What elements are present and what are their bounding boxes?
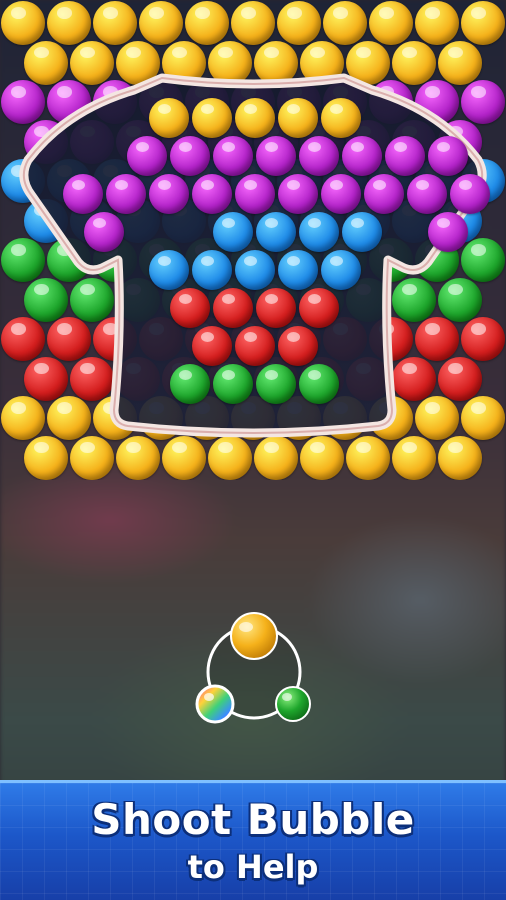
shirt-bubble-purple bbox=[342, 136, 382, 176]
shirt-bubble-blue bbox=[235, 250, 275, 290]
shirt-bubble-purple bbox=[63, 174, 103, 214]
shirt-bubble-blue bbox=[149, 250, 189, 290]
shirt-bubble-red bbox=[192, 326, 232, 366]
shirt-bubble-purple bbox=[256, 136, 296, 176]
shirt-bubble-blue bbox=[256, 212, 296, 252]
shirt-bubble-green bbox=[256, 364, 296, 404]
shirt-bubble-yellow bbox=[149, 98, 189, 138]
shirt-bubble-red bbox=[235, 326, 275, 366]
shirt-bubble-blue bbox=[321, 250, 361, 290]
shirt-bubble-purple bbox=[450, 174, 490, 214]
shirt-bubble-purple bbox=[364, 174, 404, 214]
shirt-bubble-purple bbox=[213, 136, 253, 176]
shirt-bubble-red bbox=[299, 288, 339, 328]
shirt-bubble-blue bbox=[213, 212, 253, 252]
game-scene[interactable]: Shoot Bubble to Help bbox=[0, 0, 506, 900]
shirt-bubble-purple bbox=[299, 136, 339, 176]
shirt-bubble-yellow bbox=[192, 98, 232, 138]
shirt-bubble-yellow bbox=[321, 98, 361, 138]
shirt-bubble-blue bbox=[192, 250, 232, 290]
shirt-bubble-green bbox=[299, 364, 339, 404]
shirt-bubble-purple bbox=[321, 174, 361, 214]
shirt-bubble-red bbox=[256, 288, 296, 328]
shirt-bubble-purple bbox=[84, 212, 124, 252]
shirt-bubble-purple bbox=[106, 174, 146, 214]
shirt-bubble-purple bbox=[170, 136, 210, 176]
shirt-bubble-red bbox=[213, 288, 253, 328]
shirt-bubble-purple bbox=[235, 174, 275, 214]
shirt-bubble-blue bbox=[342, 212, 382, 252]
shirt-bubble-purple bbox=[127, 136, 167, 176]
shirt-bubble-purple bbox=[192, 174, 232, 214]
shirt-bubble-purple bbox=[278, 174, 318, 214]
banner-title: Shoot Bubble bbox=[91, 795, 415, 844]
shirt-bubble-layer bbox=[0, 0, 506, 480]
shirt-bubble-blue bbox=[299, 212, 339, 252]
shirt-bubble-purple bbox=[428, 212, 468, 252]
shirt-bubble-red bbox=[170, 288, 210, 328]
banner-subtitle: to Help bbox=[187, 848, 319, 886]
shirt-bubble-yellow bbox=[278, 98, 318, 138]
shirt-bubble-green bbox=[170, 364, 210, 404]
shirt-bubble-purple bbox=[407, 174, 447, 214]
shirt-bubble-green bbox=[213, 364, 253, 404]
shirt-bubble-blue bbox=[278, 250, 318, 290]
shirt-bubble-purple bbox=[428, 136, 468, 176]
shirt-bubble-red bbox=[278, 326, 318, 366]
shirt-bubble-purple bbox=[385, 136, 425, 176]
shirt-bubble-yellow bbox=[235, 98, 275, 138]
shirt-bubble-purple bbox=[149, 174, 189, 214]
